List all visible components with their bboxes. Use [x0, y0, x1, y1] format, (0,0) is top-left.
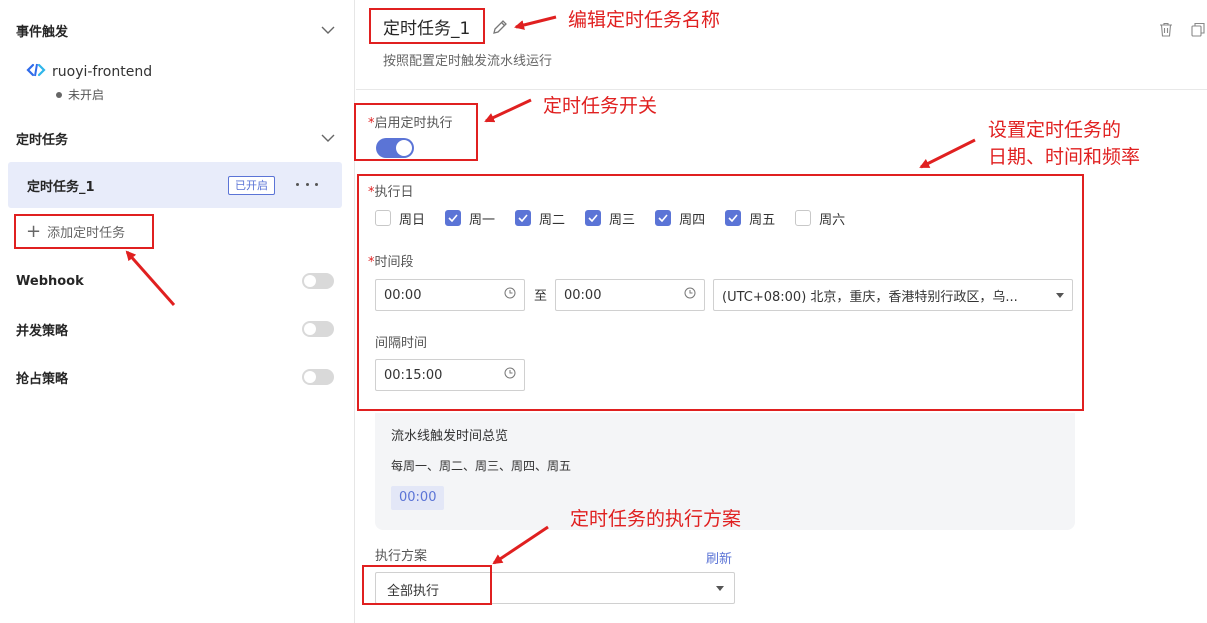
page-subtitle: 按照配置定时触发流水线运行	[383, 54, 553, 69]
status-dot-icon	[56, 91, 62, 98]
webhook-toggle[interactable]	[302, 273, 334, 289]
weekday-option[interactable]: 周三	[585, 208, 635, 228]
checkbox-checked-icon[interactable]	[445, 210, 462, 226]
caret-down-icon	[716, 586, 724, 591]
header-actions	[1159, 22, 1205, 41]
days-label-text: 执行日	[374, 185, 414, 200]
trash-icon[interactable]	[1159, 22, 1173, 41]
task-name: 定时任务_1	[27, 179, 95, 195]
time-field-label: *时间段	[368, 251, 414, 270]
source-status: 未开启	[56, 86, 152, 103]
enable-schedule-switch[interactable]	[376, 138, 414, 158]
end-time-value: 00:00	[564, 287, 602, 303]
interval-input[interactable]: 00:15:00	[375, 359, 525, 391]
chevron-down-icon[interactable]	[320, 130, 336, 146]
enable-field-label: *启用定时执行	[368, 112, 453, 131]
weekday-label: 周四	[679, 212, 706, 228]
days-field-label: *执行日	[368, 181, 414, 200]
weekday-label: 周五	[749, 212, 776, 228]
source-link-icon	[26, 62, 46, 82]
weekday-option[interactable]: 周五	[725, 208, 775, 228]
weekday-option[interactable]: 周六	[795, 208, 845, 228]
source-name: ruoyi-frontend	[52, 64, 153, 80]
weekday-label: 周一	[469, 212, 496, 228]
checkbox-unchecked-icon[interactable]	[795, 210, 812, 226]
status-badge: 已开启	[228, 176, 275, 195]
preemption-toggle[interactable]	[302, 369, 334, 385]
checkbox-checked-icon[interactable]	[655, 210, 672, 226]
header-divider	[356, 89, 1207, 90]
chevron-down-icon[interactable]	[320, 22, 336, 38]
interval-label: 间隔时间	[375, 336, 428, 351]
weekday-option[interactable]: 周一	[445, 208, 495, 228]
interval-value: 00:15:00	[384, 367, 443, 383]
concurrency-toggle[interactable]	[302, 321, 334, 337]
checkbox-checked-icon[interactable]	[725, 210, 742, 226]
preemption-label: 抢占策略	[16, 371, 69, 387]
annotation-schedule-line2: 日期、时间和频率	[988, 146, 1141, 168]
annotation-edit-name: 编辑定时任务名称	[568, 9, 721, 31]
start-time-input[interactable]: 00:00	[375, 279, 525, 311]
checkbox-checked-icon[interactable]	[585, 210, 602, 226]
page-title: 定时任务_1	[369, 8, 485, 44]
checkbox-checked-icon[interactable]	[515, 210, 532, 226]
clock-icon	[504, 367, 516, 383]
overview-time-chip: 00:00	[391, 486, 445, 510]
weekday-option[interactable]: 周四	[655, 208, 705, 228]
trigger-source[interactable]: ruoyi-frontend 未开启	[26, 62, 152, 103]
timezone-select[interactable]: (UTC+08:00) 北京，重庆，香港特别行政区，乌...	[713, 279, 1073, 311]
sidebar: 事件触发 ruoyi-frontend 未开启 定时任务 定时任务_1 已开启 …	[0, 0, 355, 623]
weekday-option[interactable]: 周二	[515, 208, 565, 228]
clock-icon	[504, 287, 516, 303]
weekday-option[interactable]: 周日	[375, 208, 425, 228]
plus-icon: +	[26, 220, 42, 242]
scheduled-section-header[interactable]: 定时任务	[16, 126, 336, 150]
copy-icon[interactable]	[1191, 22, 1205, 41]
concurrency-label: 并发策略	[16, 323, 69, 339]
webhook-row: Webhook	[16, 269, 334, 293]
weekday-label: 周六	[819, 212, 846, 228]
caret-down-icon	[1056, 292, 1064, 298]
annotation-plan: 定时任务的执行方案	[570, 508, 742, 530]
time-range-separator: 至	[534, 289, 548, 304]
event-trigger-section-header[interactable]: 事件触发	[16, 18, 336, 42]
weekday-label: 周二	[539, 212, 566, 228]
time-label-text: 时间段	[374, 255, 414, 270]
plan-value: 全部执行	[387, 584, 440, 599]
enable-label-text: 启用定时执行	[374, 116, 453, 131]
event-trigger-title: 事件触发	[16, 24, 69, 40]
overview-days: 每周一、周二、周三、周四、周五	[391, 459, 572, 473]
pencil-edit-icon[interactable]	[491, 18, 509, 36]
start-time-value: 00:00	[384, 287, 422, 303]
add-task-label: 添加定时任务	[47, 226, 126, 241]
add-scheduled-task-button[interactable]: + 添加定时任务	[14, 214, 154, 249]
source-status-text: 未开启	[68, 88, 105, 102]
scheduled-title: 定时任务	[16, 132, 69, 148]
weekday-checkboxes: 周日 周一 周二 周三 周四 周五 周六	[375, 208, 865, 228]
more-options-icon[interactable]	[296, 174, 318, 194]
plan-label: 执行方案	[375, 549, 428, 564]
weekday-label: 周三	[609, 212, 636, 228]
clock-icon	[684, 287, 696, 303]
end-time-input[interactable]: 00:00	[555, 279, 705, 311]
preemption-row: 抢占策略	[16, 365, 334, 389]
annotation-switch: 定时任务开关	[543, 95, 658, 117]
weekday-label: 周日	[399, 212, 426, 228]
annotation-schedule-line1: 设置定时任务的	[988, 119, 1122, 141]
webhook-label: Webhook	[16, 273, 84, 289]
overview-title: 流水线触发时间总览	[391, 429, 509, 444]
checkbox-unchecked-icon[interactable]	[375, 210, 391, 226]
timezone-value: (UTC+08:00) 北京，重庆，香港特别行政区，乌...	[722, 289, 1018, 305]
refresh-link[interactable]: 刷新	[706, 548, 732, 567]
concurrency-row: 并发策略	[16, 317, 334, 341]
scheduled-task-item[interactable]: 定时任务_1 已开启	[8, 162, 342, 208]
main-panel: 定时任务_1 按照配置定时触发流水线运行 *启用定时执行 *执行日 周日 周一 周二…	[354, 0, 1207, 623]
